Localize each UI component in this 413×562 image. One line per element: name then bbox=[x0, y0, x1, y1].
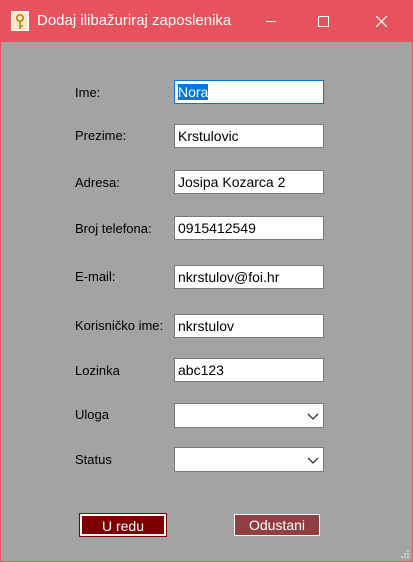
minimize-button[interactable] bbox=[249, 0, 293, 42]
korisnicko-ime-label: Korisničko ime: bbox=[75, 318, 164, 333]
ime-input[interactable]: Nora bbox=[174, 80, 324, 104]
adresa-input[interactable]: Josipa Kozarca 2 bbox=[174, 170, 324, 194]
ime-label: Ime: bbox=[75, 85, 101, 100]
status-label: Status bbox=[75, 452, 112, 467]
key-app-icon bbox=[11, 11, 29, 31]
lozinka-input[interactable]: abc123 bbox=[174, 358, 324, 382]
prezime-input[interactable]: Krstulovic bbox=[174, 124, 324, 148]
close-icon bbox=[375, 15, 388, 28]
chevron-down-icon bbox=[307, 413, 319, 420]
korisnicko-ime-input[interactable]: nkrstulov bbox=[174, 314, 324, 338]
ok-button[interactable]: U redu bbox=[79, 513, 167, 537]
resize-grip-icon[interactable] bbox=[400, 549, 410, 559]
cancel-button[interactable]: Odustani bbox=[234, 514, 320, 536]
email-input[interactable]: nkrstulov@foi.hr bbox=[174, 265, 324, 289]
maximize-button[interactable] bbox=[301, 0, 345, 42]
uloga-label: Uloga bbox=[75, 407, 109, 422]
email-label: E-mail: bbox=[75, 269, 116, 284]
broj-telefona-input[interactable]: 0915412549 bbox=[174, 216, 324, 240]
prezime-label: Prezime: bbox=[75, 128, 127, 143]
maximize-icon bbox=[318, 16, 329, 27]
uloga-dropdown[interactable] bbox=[174, 403, 324, 428]
close-button[interactable] bbox=[359, 0, 403, 42]
broj-telefona-label: Broj telefona: bbox=[75, 221, 152, 236]
lozinka-label: Lozinka bbox=[75, 363, 120, 378]
chevron-down-icon bbox=[307, 457, 319, 464]
window-title: Dodaj ilibažuriraj zaposlenika bbox=[37, 12, 232, 29]
adresa-label: Adresa: bbox=[75, 175, 120, 190]
employee-dialog-window: Dodaj ilibažuriraj zaposlenika Ime: Nora… bbox=[0, 0, 413, 562]
title-bar[interactable]: Dodaj ilibažuriraj zaposlenika bbox=[1, 0, 413, 42]
ime-value: Nora bbox=[178, 84, 209, 100]
minimize-icon bbox=[266, 21, 276, 22]
status-dropdown[interactable] bbox=[174, 447, 324, 472]
